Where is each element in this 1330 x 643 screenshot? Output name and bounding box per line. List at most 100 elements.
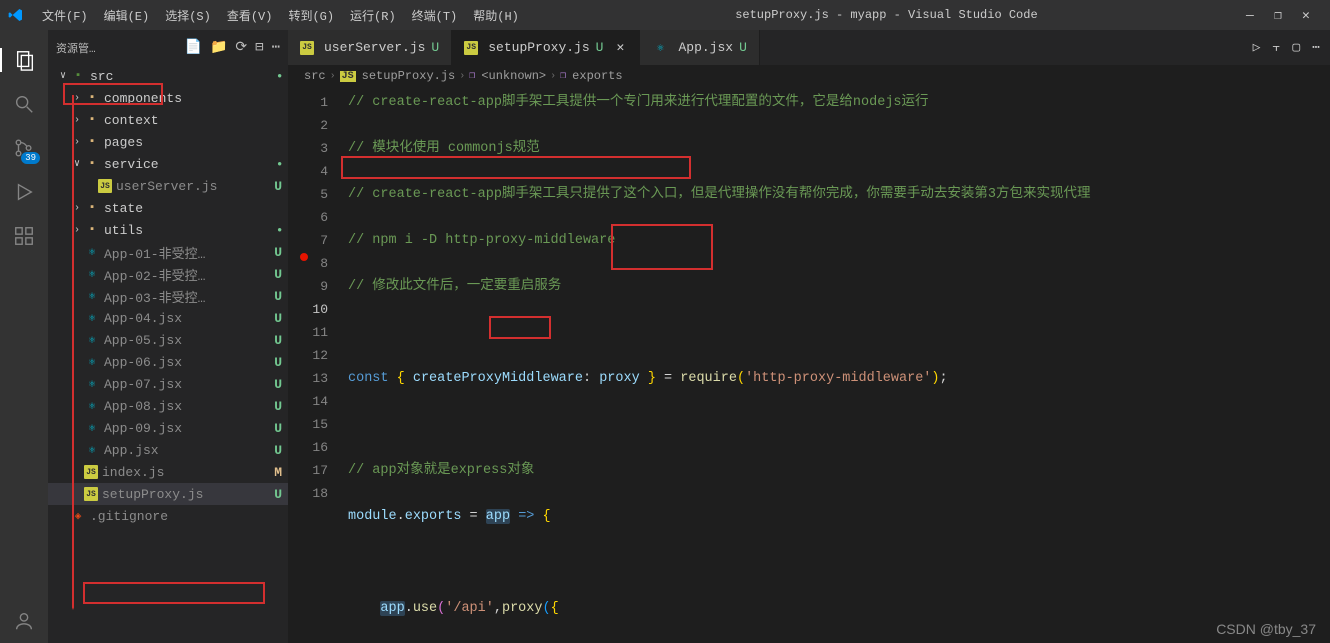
- refresh-icon[interactable]: ⟳: [235, 39, 247, 56]
- menu-terminal[interactable]: 终端(T): [404, 3, 466, 28]
- tree-row[interactable]: ›▪utils●: [48, 219, 288, 241]
- new-folder-icon[interactable]: 📁: [210, 39, 227, 56]
- sidebar-header: 资源管… 📄 📁 ⟳ ⊟ ⋯: [48, 30, 288, 65]
- git-status: U: [274, 289, 282, 304]
- menu-bar: 文件(F) 编辑(E) 选择(S) 查看(V) 转到(G) 运行(R) 终端(T…: [34, 3, 527, 28]
- split-icon[interactable]: ⫟: [1272, 40, 1280, 55]
- scm-icon[interactable]: 39: [12, 136, 36, 160]
- run-icon[interactable]: ▷: [1253, 40, 1261, 55]
- tree-row[interactable]: ∨▪src●: [48, 65, 288, 87]
- close-icon[interactable]: ✕: [1302, 8, 1314, 23]
- more-icon[interactable]: ⋯: [1312, 40, 1320, 55]
- react-icon: ⚛: [84, 245, 100, 259]
- tree-row[interactable]: ⚛App-03-非受控…U: [48, 285, 288, 307]
- js-icon: JS: [84, 487, 98, 501]
- tree-row[interactable]: ⚛App.jsxU: [48, 439, 288, 461]
- file-label: App-02-非受控…: [104, 265, 274, 284]
- breakpoint-icon[interactable]: [300, 253, 308, 261]
- tree-row[interactable]: ⚛App-01-非受控…U: [48, 241, 288, 263]
- file-label: components: [104, 91, 282, 106]
- extensions-icon[interactable]: [12, 224, 36, 248]
- js-icon: JS: [98, 179, 112, 193]
- chevron-right-icon: ›: [330, 71, 336, 82]
- tree-row[interactable]: ∨▪service●: [48, 153, 288, 175]
- search-icon[interactable]: [12, 92, 36, 116]
- file-label: App-07.jsx: [104, 377, 274, 392]
- more-icon[interactable]: ⋯: [272, 39, 280, 56]
- menu-file[interactable]: 文件(F): [34, 3, 96, 28]
- tab-close-icon[interactable]: ✕: [613, 41, 627, 55]
- tree-row[interactable]: ◈ .gitignore: [48, 505, 288, 527]
- menu-edit[interactable]: 编辑(E): [96, 3, 158, 28]
- react-icon: ⚛: [84, 311, 100, 325]
- symbol-icon: ❒: [560, 70, 566, 82]
- bc-folder[interactable]: src: [304, 69, 326, 83]
- folder2-icon: ▪: [70, 70, 86, 82]
- file-label: context: [104, 113, 282, 128]
- file-label: .gitignore: [90, 509, 282, 524]
- explorer-icon[interactable]: [0, 48, 48, 72]
- git-status: U: [274, 245, 282, 260]
- tab-status: U: [596, 40, 604, 55]
- react-icon: ⚛: [84, 377, 100, 391]
- folder-icon: ▪: [84, 114, 100, 126]
- tree-row[interactable]: ›▪context: [48, 109, 288, 131]
- bc-module[interactable]: <unknown>: [481, 69, 546, 83]
- account-icon[interactable]: [12, 609, 36, 633]
- menu-run[interactable]: 运行(R): [342, 3, 404, 28]
- git-status: U: [274, 443, 282, 458]
- tree-row[interactable]: ›▪pages: [48, 131, 288, 153]
- tree-row[interactable]: JSindex.jsM: [48, 461, 288, 483]
- git-status: U: [274, 179, 282, 194]
- menu-help[interactable]: 帮助(H): [465, 3, 527, 28]
- modified-dot-icon: ●: [277, 160, 282, 169]
- breadcrumb[interactable]: src › JS setupProxy.js › ❒ <unknown> › ❒…: [288, 65, 1330, 87]
- tree-row[interactable]: ⚛App-05.jsxU: [48, 329, 288, 351]
- file-label: utils: [104, 223, 277, 238]
- tree-row[interactable]: ⚛App-06.jsxU: [48, 351, 288, 373]
- run-debug-icon[interactable]: [12, 180, 36, 204]
- tree-row[interactable]: ⚛App-07.jsxU: [48, 373, 288, 395]
- react-icon: ⚛: [84, 355, 100, 369]
- tab-actions: ▷ ⫟ ▢ ⋯: [1243, 30, 1330, 65]
- tree-row[interactable]: ⚛App-08.jsxU: [48, 395, 288, 417]
- tree-row[interactable]: ›▪state: [48, 197, 288, 219]
- editor-tab[interactable]: JSuserServer.jsU: [288, 30, 452, 65]
- file-label: App-06.jsx: [104, 355, 274, 370]
- minimize-icon[interactable]: —: [1246, 8, 1258, 23]
- file-label: App-08.jsx: [104, 399, 274, 414]
- menu-goto[interactable]: 转到(G): [280, 3, 342, 28]
- menu-view[interactable]: 查看(V): [219, 3, 281, 28]
- titlebar: 文件(F) 编辑(E) 选择(S) 查看(V) 转到(G) 运行(R) 终端(T…: [0, 0, 1330, 30]
- tree-row[interactable]: JSuserServer.jsU: [48, 175, 288, 197]
- maximize-icon[interactable]: ❐: [1274, 8, 1286, 23]
- git-icon: ◈: [70, 509, 86, 523]
- react-icon: ⚛: [84, 333, 100, 347]
- editor-tab[interactable]: JSsetupProxy.jsU✕: [452, 30, 640, 65]
- tree-row[interactable]: ⚛App-04.jsxU: [48, 307, 288, 329]
- js-icon: JS: [300, 41, 314, 55]
- modified-dot-icon: ●: [277, 226, 282, 235]
- scm-badge: 39: [21, 152, 40, 164]
- tree-row[interactable]: ›▪components: [48, 87, 288, 109]
- chevron-icon: ∨: [70, 158, 84, 170]
- tab-label: App.jsx: [678, 40, 733, 55]
- tree-row[interactable]: JSsetupProxy.jsU: [48, 483, 288, 505]
- git-status: U: [274, 267, 282, 282]
- layout-icon[interactable]: ▢: [1292, 40, 1300, 55]
- bc-symbol[interactable]: exports: [572, 69, 622, 83]
- code-content[interactable]: // create-react-app脚手架工具提供一个专门用来进行代理配置的文…: [348, 87, 1330, 643]
- folder-icon: ▪: [84, 224, 100, 236]
- file-label: state: [104, 201, 282, 216]
- tree-row[interactable]: ⚛App-02-非受控…U: [48, 263, 288, 285]
- editor-tab[interactable]: ⚛App.jsxU: [640, 30, 759, 65]
- bc-file[interactable]: setupProxy.js: [362, 69, 456, 83]
- code-editor[interactable]: 123456789101112131415161718 // create-re…: [288, 87, 1330, 643]
- chevron-right-icon: ›: [550, 71, 556, 82]
- collapse-icon[interactable]: ⊟: [255, 39, 263, 56]
- tree-row[interactable]: ⚛App-09.jsxU: [48, 417, 288, 439]
- sidebar: 资源管… 📄 📁 ⟳ ⊟ ⋯ ∨▪src●›▪components›▪conte…: [48, 30, 288, 643]
- new-file-icon[interactable]: 📄: [185, 39, 202, 56]
- file-label: App-04.jsx: [104, 311, 274, 326]
- menu-select[interactable]: 选择(S): [157, 3, 219, 28]
